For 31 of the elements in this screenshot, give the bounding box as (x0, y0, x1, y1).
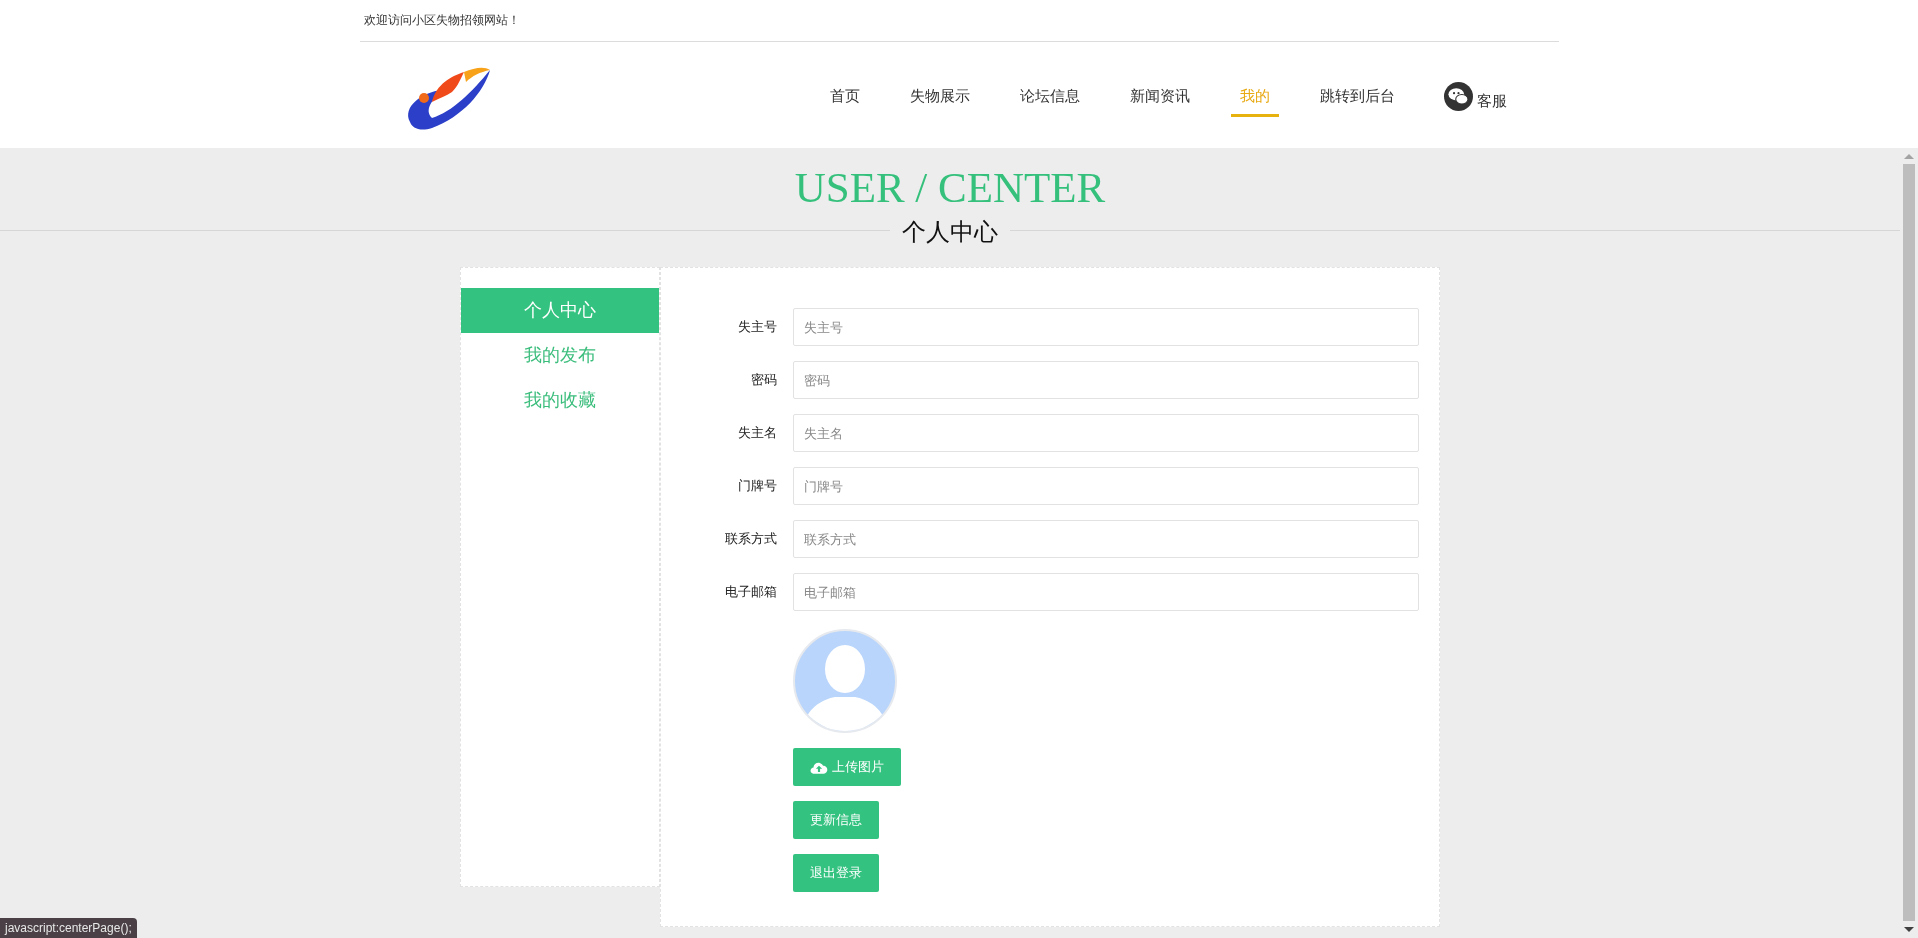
input-field[interactable]: 门牌号 (793, 467, 1419, 505)
nav-link[interactable]: 失物展示 (900, 72, 979, 117)
nav-link[interactable]: 新闻资讯 (1120, 72, 1199, 117)
field-label: 门牌号 (737, 477, 778, 495)
input-field[interactable]: 失主号 (793, 308, 1419, 346)
field-label: 密码 (750, 371, 778, 389)
field-label: 失主号 (737, 318, 778, 336)
page-subtitle: 个人中心 (890, 217, 1010, 247)
field-label: 失主名 (737, 424, 778, 442)
chat-bubbles-icon (1443, 81, 1473, 111)
action-button[interactable]: 退出登录 (793, 854, 879, 892)
upload-button[interactable]: 上传图片 (793, 748, 901, 786)
welcome-text: 欢迎访问小区失物招领网站！ (363, 12, 520, 29)
field-label: 联系方式 (724, 530, 778, 548)
nav-link[interactable]: 跳转到后台 (1310, 72, 1404, 117)
page-title: USER / CENTER (794, 166, 1106, 210)
nav-link[interactable]: 论坛信息 (1010, 72, 1089, 117)
nav-link[interactable]: 我的 (1230, 72, 1279, 117)
nav-link[interactable]: 首页 (820, 72, 869, 117)
status-tooltip: javascript:centerPage(); (0, 918, 137, 938)
sidebar-item[interactable]: 个人中心 (461, 288, 659, 333)
input-field[interactable]: 电子邮箱 (793, 573, 1419, 611)
input-field[interactable]: 联系方式 (793, 520, 1419, 558)
cloud-upload-icon (810, 760, 828, 774)
sidebar-item[interactable]: 我的收藏 (461, 378, 659, 423)
action-button[interactable]: 更新信息 (793, 801, 879, 839)
sidebar-item[interactable]: 我的发布 (461, 333, 659, 378)
input-field[interactable]: 密码 (793, 361, 1419, 399)
customer-service-link[interactable]: 客服 (1443, 75, 1507, 114)
input-field[interactable]: 失主名 (793, 414, 1419, 452)
field-label: 电子邮箱 (724, 583, 778, 601)
